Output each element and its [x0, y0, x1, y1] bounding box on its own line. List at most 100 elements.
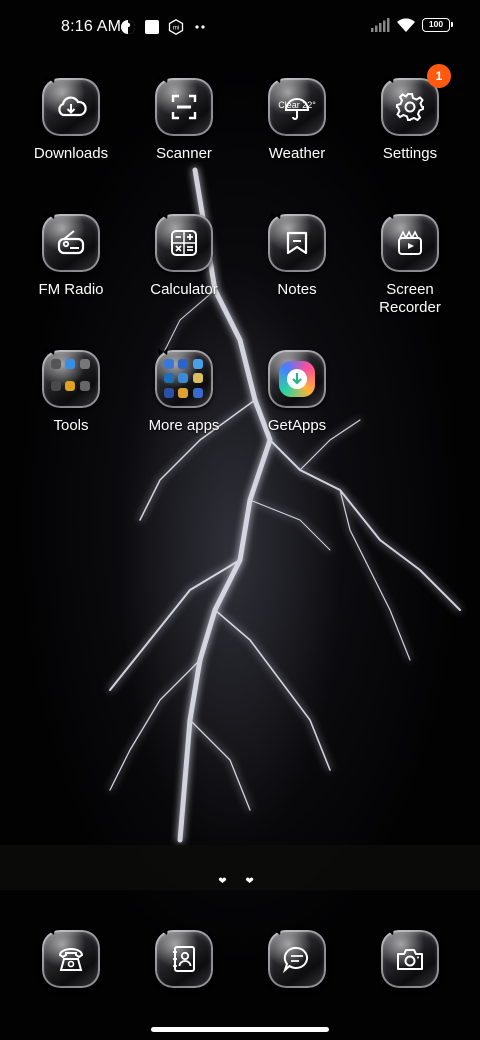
dock-phone[interactable] — [15, 928, 127, 988]
app-label: Tools — [53, 417, 89, 434]
folder-more-apps[interactable]: More apps — [128, 348, 240, 435]
mi-icon: mi — [168, 19, 184, 35]
app-label: FM Radio — [38, 281, 104, 298]
mini-app-icon — [178, 373, 189, 384]
butterfly-icon — [158, 76, 168, 83]
app-icon-frame — [268, 350, 326, 408]
butterfly-icon — [384, 76, 394, 83]
square-notification-icon — [145, 20, 159, 34]
butterfly-icon — [271, 212, 281, 219]
app-icon-frame — [268, 212, 326, 272]
mini-app-icon — [79, 380, 90, 391]
contrast-icon — [121, 20, 135, 34]
app-label: Scanner — [156, 145, 212, 162]
butterfly-icon — [45, 212, 55, 219]
app-screen-recorder[interactable]: Screen Recorder — [354, 212, 466, 317]
app-weather[interactable]: Clear 22° Weather — [241, 76, 353, 163]
butterfly-icon — [384, 212, 394, 219]
mini-app-icon — [164, 387, 174, 398]
app-getapps[interactable]: GetApps — [241, 350, 353, 435]
signal-icon — [371, 18, 390, 32]
app-calculator[interactable]: Calculator — [128, 212, 240, 299]
contacts-icon — [173, 946, 195, 972]
mini-app-icon — [65, 359, 76, 369]
battery-indicator: 100 — [422, 18, 453, 32]
mini-app-icon — [192, 387, 203, 398]
app-icon-frame: Clear 22° — [268, 76, 326, 136]
app-settings[interactable]: 1 Settings — [354, 64, 466, 163]
mini-app-icon — [51, 359, 61, 369]
app-label: GetApps — [267, 417, 327, 434]
folder-preview-grid — [164, 359, 204, 399]
app-label-line: Recorder — [379, 299, 441, 316]
gear-icon — [396, 93, 424, 122]
scanner-icon — [171, 94, 197, 120]
notes-icon — [286, 231, 308, 255]
folder-tools[interactable]: Tools — [15, 348, 127, 435]
dock-camera[interactable] — [354, 928, 466, 988]
butterfly-icon — [45, 928, 55, 935]
app-notes[interactable]: Notes — [241, 212, 353, 299]
mini-app-icon — [164, 359, 174, 369]
messages-icon — [282, 946, 309, 974]
app-icon-frame — [381, 212, 439, 272]
butterfly-icon — [45, 348, 55, 355]
getapps-icon — [279, 361, 315, 397]
dock-contacts[interactable] — [128, 928, 240, 988]
camera-icon — [397, 949, 423, 970]
mini-app-icon — [79, 359, 90, 369]
app-icon-frame: 1 — [381, 64, 451, 136]
mini-app-icon — [51, 380, 61, 391]
app-fm-radio[interactable]: FM Radio — [15, 212, 127, 299]
app-icon-frame — [155, 348, 213, 408]
status-bar: 8:16 AM mi 100 — [0, 0, 480, 56]
butterfly-icon — [271, 928, 281, 935]
status-time: 8:16 AM — [61, 18, 122, 35]
mini-app-icon — [178, 359, 189, 369]
weather-text: Clear 22° — [278, 100, 316, 110]
app-label-line: Screen — [386, 281, 434, 298]
app-label: Calculator — [150, 281, 218, 298]
wifi-icon — [397, 18, 415, 32]
download-arrow-icon — [292, 373, 302, 385]
app-label: More apps — [148, 417, 220, 434]
butterfly-icon — [271, 76, 281, 83]
notification-badge: 1 — [427, 64, 451, 88]
app-label: Downloads — [33, 145, 109, 162]
butterfly-icon — [384, 928, 394, 935]
mini-app-icon — [192, 359, 203, 369]
butterfly-icon — [158, 348, 168, 355]
app-label: Screen Recorder — [354, 281, 466, 317]
mini-app-icon — [178, 387, 189, 398]
mini-app-icon — [192, 373, 203, 384]
app-icon-frame — [155, 212, 213, 272]
app-icon-frame — [42, 928, 100, 988]
butterfly-icon — [158, 212, 168, 219]
app-label: Notes — [277, 281, 317, 298]
getapps-inner — [287, 369, 307, 389]
cloud-download-icon — [58, 96, 87, 117]
app-icon-frame — [268, 928, 326, 988]
radio-icon — [57, 230, 85, 255]
app-icon-frame — [381, 928, 439, 988]
app-scanner[interactable]: Scanner — [128, 76, 240, 163]
video-camera-icon — [398, 230, 422, 255]
home-indicator-bar[interactable] — [151, 1027, 329, 1032]
app-icon-frame — [155, 76, 213, 136]
phone-icon — [58, 948, 84, 971]
page-indicator: ❤ ❤ — [218, 876, 262, 887]
app-icon-frame — [42, 348, 100, 408]
mini-app-icon — [65, 380, 76, 391]
mini-app-icon — [164, 373, 174, 384]
more-dots-icon — [195, 25, 205, 29]
svg-text:mi: mi — [173, 26, 179, 32]
app-icon-frame — [42, 212, 100, 272]
app-icon-frame — [155, 928, 213, 988]
folder-preview-grid — [51, 359, 91, 399]
app-downloads[interactable]: Downloads — [15, 76, 127, 163]
app-label: Weather — [268, 145, 326, 162]
dock-messages[interactable] — [241, 928, 353, 988]
app-icon-frame — [42, 76, 100, 136]
butterfly-icon — [45, 76, 55, 83]
app-label: Settings — [382, 145, 438, 162]
